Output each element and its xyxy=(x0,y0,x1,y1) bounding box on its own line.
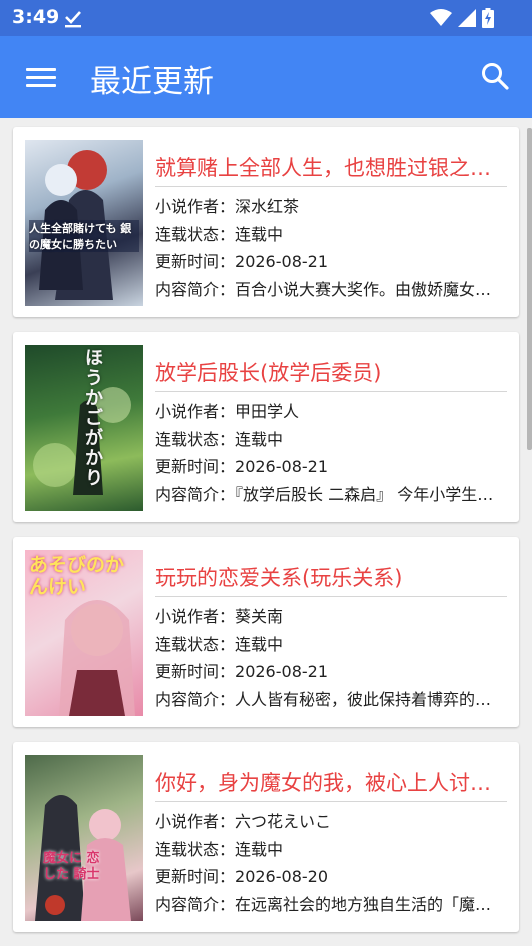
download-done-icon xyxy=(63,9,83,33)
author-label: 小说作者： xyxy=(155,197,236,216)
book-summary-row: 内容简介：人人皆有秘密，彼此保持着博弈的关系 xyxy=(155,686,507,714)
book-summary: 人人皆有秘密，彼此保持着博弈的关系 xyxy=(235,689,507,709)
book-updated-row: 更新时间：2026-08-21 xyxy=(155,453,507,481)
summary-label: 内容简介： xyxy=(155,689,236,709)
book-status: 连载中 xyxy=(235,224,284,244)
status-label: 连载状态： xyxy=(155,224,236,244)
book-summary-row: 内容简介：百合小说大赛大奖作。由傲娇魔女与少女展开的故事 xyxy=(155,276,507,304)
book-status: 连载中 xyxy=(235,839,284,859)
book-author-row: 小说作者：深水红茶 xyxy=(155,193,507,221)
book-cover: あそびのかんけい xyxy=(25,550,143,716)
updated-label: 更新时间： xyxy=(155,662,236,681)
cover-title: あそびのかんけい xyxy=(29,554,125,598)
book-updated: 2026-08-21 xyxy=(235,252,328,271)
book-title[interactable]: 放学后股长(放学后委员) xyxy=(155,358,507,392)
book-summary: 百合小说大赛大奖作。由傲娇魔女与少女展开的故事 xyxy=(235,279,507,299)
app-toolbar: 最近更新 xyxy=(0,36,532,118)
book-card[interactable]: あそびのかんけい 玩玩的恋爱关系(玩乐关系) 小说作者：葵关南 连载状态：连载中… xyxy=(13,537,519,727)
book-summary: 『放学后股长 二森启』 今年小学生的故事 xyxy=(235,484,507,504)
status-label: 连载状态： xyxy=(155,429,236,449)
book-info: 你好，身为魔女的我，被心上人讨厌了 小说作者：六つ花えいこ 连载状态：连载中 更… xyxy=(155,768,507,918)
book-updated: 2026-08-21 xyxy=(235,662,328,681)
book-updated: 2026-08-21 xyxy=(235,457,328,476)
book-updated-row: 更新时间：2026-08-21 xyxy=(155,658,507,686)
page-title: 最近更新 xyxy=(90,64,214,100)
book-author-row: 小说作者：葵关南 xyxy=(155,603,507,631)
search-icon[interactable] xyxy=(480,61,510,91)
wifi-icon xyxy=(430,9,452,31)
cover-title: 人生全部賭けても 銀の魔女に勝ちたい xyxy=(29,220,139,252)
book-author-row: 小说作者：六つ花えいこ xyxy=(155,808,507,836)
book-title[interactable]: 就算赌上全部人生，也想胜过银之魔女 xyxy=(155,153,507,187)
book-updated: 2026-08-20 xyxy=(235,867,328,886)
updated-label: 更新时间： xyxy=(155,457,236,476)
cover-title: 魔女に 恋した 騎士 xyxy=(43,851,100,882)
book-cover: ほうかご がかり xyxy=(25,345,143,511)
book-cover: 魔女に 恋した 騎士 xyxy=(25,755,143,921)
book-status: 连载中 xyxy=(235,634,284,654)
book-summary: 在远离社会的地方独自生活的「魔女」 xyxy=(235,894,507,914)
menu-icon[interactable] xyxy=(26,65,56,89)
book-status-row: 连载状态：连载中 xyxy=(155,631,507,659)
updated-label: 更新时间： xyxy=(155,867,236,886)
author-label: 小说作者： xyxy=(155,812,236,831)
cover-title: ほうかご がかり xyxy=(85,348,103,489)
status-time: 3:49 xyxy=(12,6,60,28)
book-author: 甲田学人 xyxy=(235,402,300,421)
book-status: 连载中 xyxy=(235,429,284,449)
summary-label: 内容简介： xyxy=(155,484,236,504)
scrollbar[interactable] xyxy=(527,128,532,450)
book-info: 玩玩的恋爱关系(玩乐关系) 小说作者：葵关南 连载状态：连载中 更新时间：202… xyxy=(155,563,507,713)
author-label: 小说作者： xyxy=(155,607,236,626)
status-bar: 3:49 xyxy=(0,0,532,36)
updated-label: 更新时间： xyxy=(155,252,236,271)
book-list[interactable]: 人生全部賭けても 銀の魔女に勝ちたい 就算赌上全部人生，也想胜过银之魔女 小说作… xyxy=(0,118,532,946)
summary-label: 内容简介： xyxy=(155,279,236,299)
book-cover: 人生全部賭けても 銀の魔女に勝ちたい xyxy=(25,140,143,306)
status-label: 连载状态： xyxy=(155,634,236,654)
book-title[interactable]: 你好，身为魔女的我，被心上人讨厌了 xyxy=(155,768,507,802)
book-info: 放学后股长(放学后委员) 小说作者：甲田学人 连载状态：连载中 更新时间：202… xyxy=(155,358,507,508)
book-author: 葵关南 xyxy=(235,607,284,626)
book-status-row: 连载状态：连载中 xyxy=(155,221,507,249)
book-card[interactable]: 人生全部賭けても 銀の魔女に勝ちたい 就算赌上全部人生，也想胜过银之魔女 小说作… xyxy=(13,127,519,317)
book-card[interactable]: 魔女に 恋した 騎士 你好，身为魔女的我，被心上人讨厌了 小说作者：六つ花えいこ… xyxy=(13,742,519,932)
author-label: 小说作者： xyxy=(155,402,236,421)
book-updated-row: 更新时间：2026-08-20 xyxy=(155,863,507,891)
book-summary-row: 内容简介：在远离社会的地方独自生活的「魔女」 xyxy=(155,891,507,919)
status-label: 连载状态： xyxy=(155,839,236,859)
book-title[interactable]: 玩玩的恋爱关系(玩乐关系) xyxy=(155,563,507,597)
signal-icon xyxy=(458,9,476,31)
book-status-row: 连载状态：连载中 xyxy=(155,426,507,454)
battery-charging-icon xyxy=(482,8,494,32)
book-status-row: 连载状态：连载中 xyxy=(155,836,507,864)
book-card[interactable]: ほうかご がかり 放学后股长(放学后委员) 小说作者：甲田学人 连载状态：连载中… xyxy=(13,332,519,522)
book-author: 六つ花えいこ xyxy=(235,812,332,831)
book-updated-row: 更新时间：2026-08-21 xyxy=(155,248,507,276)
summary-label: 内容简介： xyxy=(155,894,236,914)
book-author-row: 小说作者：甲田学人 xyxy=(155,398,507,426)
book-author: 深水红茶 xyxy=(235,197,300,216)
book-summary-row: 内容简介：『放学后股长 二森启』 今年小学生的故事 xyxy=(155,481,507,509)
status-icons xyxy=(430,8,494,32)
book-info: 就算赌上全部人生，也想胜过银之魔女 小说作者：深水红茶 连载状态：连载中 更新时… xyxy=(155,153,507,303)
